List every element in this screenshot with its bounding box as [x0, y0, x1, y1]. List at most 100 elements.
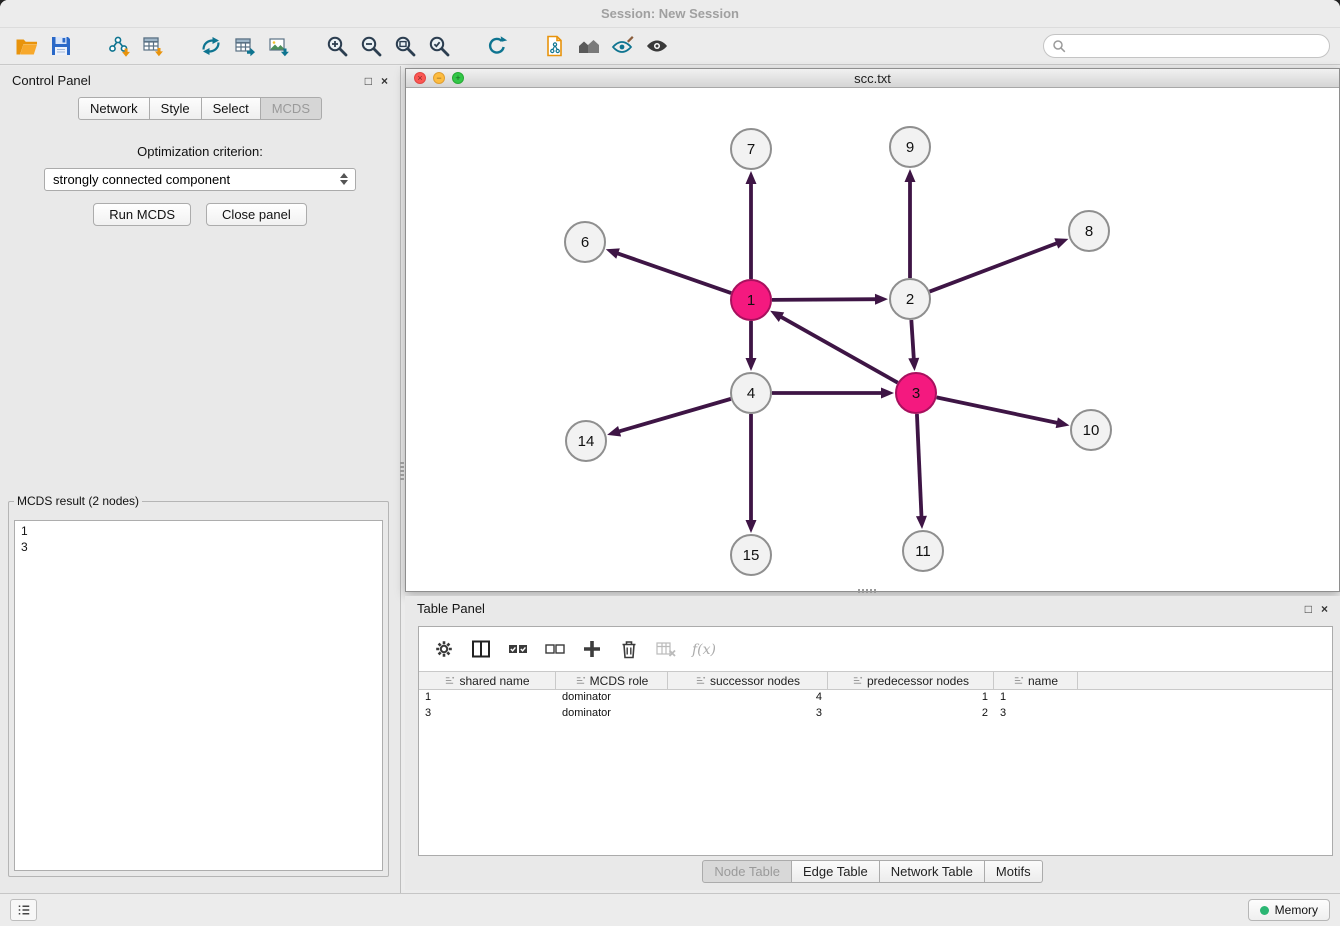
- node-6[interactable]: 6: [565, 222, 605, 262]
- zoom-out-button[interactable]: [354, 31, 388, 61]
- table-cell[interactable]: dominator: [556, 706, 668, 722]
- zoom-selected-button[interactable]: [422, 31, 456, 61]
- criterion-dropdown[interactable]: strongly connected component: [44, 168, 356, 191]
- table-row[interactable]: 3dominator323: [419, 706, 1332, 722]
- node-9[interactable]: 9: [890, 127, 930, 167]
- window-title: Session: New Session: [601, 6, 739, 21]
- edge-arrowhead-icon: [746, 520, 757, 533]
- table-cell[interactable]: 3: [668, 706, 828, 722]
- node-2[interactable]: 2: [890, 279, 930, 319]
- mcds-result-text[interactable]: 13: [14, 520, 383, 871]
- toolbar-icon-group: [10, 31, 674, 61]
- column-settings-button[interactable]: [429, 634, 459, 664]
- zoom-in-button[interactable]: [320, 31, 354, 61]
- table-toolbar: f(x): [419, 627, 1332, 671]
- column-header-name[interactable]: name: [994, 672, 1078, 689]
- delete-column-button[interactable]: [614, 634, 644, 664]
- zoom-selected-icon: [427, 34, 451, 58]
- table-row[interactable]: 1dominator411: [419, 690, 1332, 706]
- network-canvas[interactable]: 7 9 6 8 1 2 4 3 14 10 15 11: [406, 89, 1339, 591]
- edge-1-2[interactable]: [772, 299, 878, 300]
- node-1[interactable]: 1: [731, 280, 771, 320]
- table-cell[interactable]: 4: [668, 690, 828, 706]
- edge-3-10[interactable]: [937, 397, 1060, 423]
- network-file-button[interactable]: [538, 31, 572, 61]
- control-panel-tabs: NetworkStyleSelectMCDS: [0, 97, 400, 120]
- edge-3-1[interactable]: [779, 316, 898, 383]
- tab-edge-table[interactable]: Edge Table: [792, 860, 880, 883]
- node-10[interactable]: 10: [1071, 410, 1111, 450]
- column-header-predecessor-nodes[interactable]: predecessor nodes: [828, 672, 994, 689]
- window-minimize-button[interactable]: −: [433, 72, 445, 84]
- column-header-shared-name[interactable]: shared name: [419, 672, 556, 689]
- table-cell[interactable]: 3: [994, 706, 1078, 722]
- tab-network-table[interactable]: Network Table: [880, 860, 985, 883]
- export-image-button[interactable]: [262, 31, 296, 61]
- table-cell[interactable]: 1: [419, 690, 556, 706]
- edge-arrowhead-icon: [881, 388, 894, 399]
- tab-motifs[interactable]: Motifs: [985, 860, 1043, 883]
- search-input[interactable]: [1070, 39, 1300, 53]
- table-x-icon: [654, 637, 678, 661]
- apply-layout-button[interactable]: [480, 31, 514, 61]
- run-mcds-button[interactable]: Run MCDS: [93, 203, 191, 226]
- edge-2-8[interactable]: [930, 242, 1059, 291]
- style-paint-button[interactable]: [606, 31, 640, 61]
- tab-style[interactable]: Style: [150, 97, 202, 120]
- node-7[interactable]: 7: [731, 129, 771, 169]
- tab-node-table[interactable]: Node Table: [702, 860, 792, 883]
- column-header-successor-nodes[interactable]: successor nodes: [668, 672, 828, 689]
- create-column-button[interactable]: [577, 634, 607, 664]
- tab-network[interactable]: Network: [78, 97, 150, 120]
- task-history-button[interactable]: [10, 899, 37, 921]
- import-table-button[interactable]: [136, 31, 170, 61]
- close-panel-button[interactable]: Close panel: [206, 203, 307, 226]
- columns-icon: [469, 637, 493, 661]
- export-image-icon: [267, 34, 291, 58]
- close-table-panel-icon[interactable]: ×: [1321, 602, 1328, 616]
- neighbors-button[interactable]: [572, 31, 606, 61]
- fx-icon: f(x): [691, 637, 715, 661]
- save-session-button[interactable]: [44, 31, 78, 61]
- svg-text:11: 11: [915, 543, 931, 560]
- edge-4-14[interactable]: [617, 399, 731, 432]
- edge-2-3[interactable]: [911, 320, 914, 361]
- node-11[interactable]: 11: [903, 531, 943, 571]
- table-cell[interactable]: 1: [828, 690, 994, 706]
- delete-table-button: [651, 634, 681, 664]
- zoom-fit-button[interactable]: [388, 31, 422, 61]
- float-table-panel-icon[interactable]: □: [1305, 602, 1312, 616]
- table-cell[interactable]: 1: [994, 690, 1078, 706]
- table-cell[interactable]: 2: [828, 706, 994, 722]
- window-close-button[interactable]: ×: [414, 72, 426, 84]
- toggle-columns-button[interactable]: [466, 634, 496, 664]
- window-zoom-button[interactable]: +: [452, 72, 464, 84]
- node-4[interactable]: 4: [731, 373, 771, 413]
- select-all-columns-button[interactable]: [503, 634, 533, 664]
- table-cell[interactable]: 3: [419, 706, 556, 722]
- export-network-button[interactable]: [194, 31, 228, 61]
- import-network-button[interactable]: [102, 31, 136, 61]
- vertical-splitter-handle[interactable]: [400, 462, 404, 480]
- node-8[interactable]: 8: [1069, 211, 1109, 251]
- tab-mcds[interactable]: MCDS: [261, 97, 322, 120]
- column-header-mcds-role[interactable]: MCDS role: [556, 672, 668, 689]
- node-14[interactable]: 14: [566, 421, 606, 461]
- unselect-all-columns-button[interactable]: [540, 634, 570, 664]
- edge-3-11[interactable]: [917, 414, 922, 519]
- edge-1-6[interactable]: [615, 253, 731, 294]
- open-session-button[interactable]: [10, 31, 44, 61]
- node-15[interactable]: 15: [731, 535, 771, 575]
- show-hide-button[interactable]: [640, 31, 674, 61]
- task-list-icon: [15, 901, 33, 919]
- column-sort-icon: [444, 675, 455, 686]
- tab-select[interactable]: Select: [202, 97, 261, 120]
- node-3[interactable]: 3: [896, 373, 936, 413]
- table-cell[interactable]: dominator: [556, 690, 668, 706]
- close-panel-icon[interactable]: ×: [381, 74, 388, 88]
- memory-button[interactable]: Memory: [1248, 899, 1330, 921]
- plus-icon: [580, 637, 604, 661]
- horizontal-splitter-handle[interactable]: [858, 589, 876, 593]
- export-table-button[interactable]: [228, 31, 262, 61]
- float-panel-icon[interactable]: □: [365, 74, 372, 88]
